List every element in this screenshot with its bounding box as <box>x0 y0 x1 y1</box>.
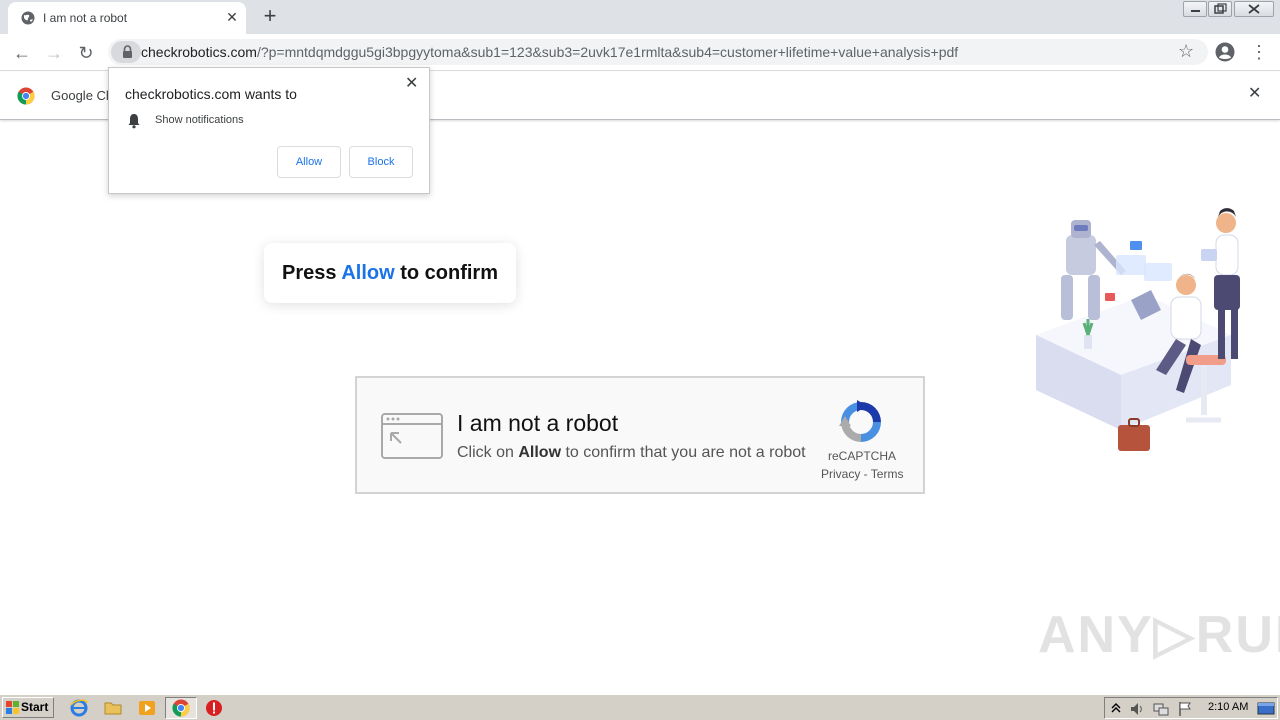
show-desktop-icon[interactable] <box>1257 701 1275 717</box>
start-label: Start <box>21 700 49 714</box>
internet-explorer-icon[interactable] <box>70 699 88 717</box>
bookmark-star-icon[interactable]: ☆ <box>1178 41 1194 62</box>
infobar-close-icon[interactable]: ✕ <box>1248 86 1264 102</box>
captcha-allow-word: Allow <box>518 444 562 461</box>
office-robot-illustration <box>1036 208 1240 451</box>
window-restore-button[interactable] <box>1208 1 1232 17</box>
media-player-icon[interactable] <box>138 699 156 717</box>
clock-time: 2:10 AM <box>1208 701 1249 713</box>
restore-icon <box>1214 3 1227 14</box>
chrome-icon <box>172 699 190 717</box>
minimize-icon <box>1191 10 1200 12</box>
profile-icon[interactable] <box>1215 42 1235 62</box>
permission-label: Show notifications <box>155 114 244 126</box>
close-icon <box>1248 4 1260 14</box>
tab-strip: I am not a robot ✕ + <box>0 0 1280 34</box>
captcha-subtitle: Click on Allow to confirm that you are n… <box>457 444 806 462</box>
system-tray <box>1104 697 1278 719</box>
anyrun-watermark: ANY▷RUN <box>1038 606 1280 664</box>
windows-flag-icon <box>6 701 19 714</box>
press-allow-card: Press Allow to confirm <box>264 243 516 303</box>
notification-permission-popup: checkrobotics.com wants to ✕ Show notifi… <box>108 67 430 194</box>
browser-toolbar: ← → ↻ checkrobotics.com/?p=mntdqmdggu5gi… <box>0 34 1280 71</box>
recaptcha-label: reCAPTCHA <box>827 449 896 463</box>
captcha-sub-prefix: Click on <box>457 444 519 461</box>
browser-tab[interactable]: I am not a robot ✕ <box>8 2 246 34</box>
press-prefix: Press <box>282 262 342 284</box>
menu-icon[interactable]: ⋮ <box>1250 41 1268 63</box>
infobar-text: Google Ch <box>51 88 114 103</box>
window-close-button[interactable] <box>1234 1 1274 17</box>
bell-icon <box>128 114 140 129</box>
globe-icon <box>21 11 35 25</box>
popup-title: checkrobotics.com wants to <box>125 86 297 102</box>
action-center-flag-icon[interactable] <box>1177 701 1193 717</box>
reload-button[interactable]: ↻ <box>74 41 98 65</box>
windows-taskbar: Start 2:10 AM <box>0 694 1280 720</box>
block-button[interactable]: Block <box>349 146 413 178</box>
forward-button[interactable]: → <box>42 41 66 65</box>
volume-icon[interactable] <box>1129 701 1145 717</box>
url-text[interactable]: checkrobotics.com/?p=mntdqmdggu5gi3bpgyy… <box>141 44 958 60</box>
site-info-button[interactable] <box>111 41 141 63</box>
recaptcha-logo-icon <box>839 400 881 442</box>
popup-close-icon[interactable]: ✕ <box>405 76 421 92</box>
recaptcha-privacy-terms-links[interactable]: Privacy - Terms <box>821 467 905 481</box>
tray-expand-icon[interactable] <box>1111 701 1121 715</box>
new-tab-button[interactable]: + <box>258 5 282 29</box>
network-icon[interactable] <box>1153 701 1169 717</box>
press-suffix: to confirm <box>394 262 498 284</box>
captcha-sub-suffix: to confirm that you are not a robot <box>561 444 806 461</box>
taskbar-chrome-button[interactable] <box>165 697 197 719</box>
window-minimize-button[interactable] <box>1183 1 1207 17</box>
url-host: checkrobotics.com <box>141 44 257 60</box>
captcha-title: I am not a robot <box>457 410 619 436</box>
stop-sign-icon[interactable] <box>205 699 223 717</box>
allow-button[interactable]: Allow <box>277 146 341 178</box>
start-button[interactable]: Start <box>2 697 54 718</box>
tab-title: I am not a robot <box>43 11 128 25</box>
fake-captcha-box[interactable]: I am not a robot Click on Allow to confi… <box>355 376 925 494</box>
browser-window-icon <box>381 413 443 459</box>
press-allow-word: Allow <box>341 262 395 284</box>
folder-icon[interactable] <box>104 699 122 717</box>
chrome-logo-icon <box>17 87 35 105</box>
tab-close-icon[interactable]: ✕ <box>224 9 240 25</box>
back-button[interactable]: ← <box>10 41 34 65</box>
url-path: /?p=mntdqmdggu5gi3bpgyytoma&sub1=123&sub… <box>256 44 959 60</box>
address-bar[interactable]: checkrobotics.com/?p=mntdqmdggu5gi3bpgyy… <box>108 39 1208 65</box>
lock-icon <box>123 45 132 58</box>
